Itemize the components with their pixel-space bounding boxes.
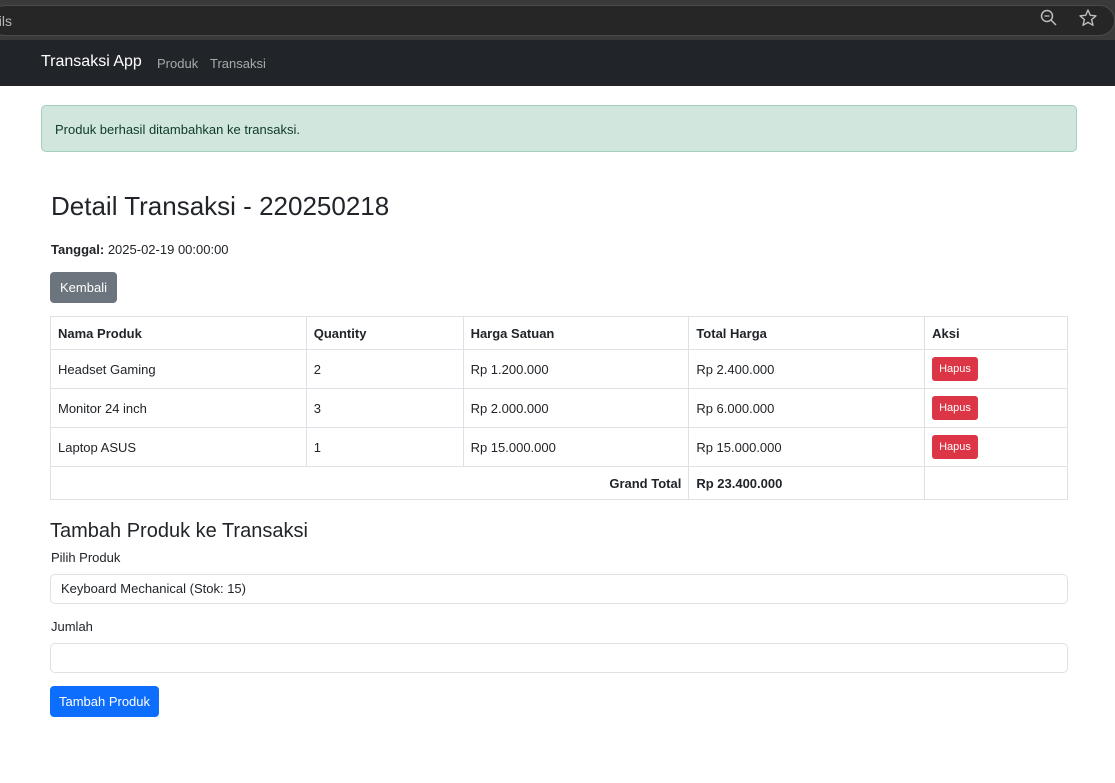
product-select-label: Pilih Produk — [51, 550, 121, 565]
success-alert: Produk berhasil ditambahkan ke transaksi… — [41, 105, 1077, 152]
quantity-input[interactable] — [50, 643, 1068, 673]
grand-total-empty-cell — [924, 466, 1068, 500]
date-value: 2025-02-19 00:00:00 — [107, 242, 229, 257]
table-row: Headset Gaming 2 Rp 1.200.000 Rp 2.400.0… — [50, 349, 1068, 389]
add-product-button[interactable]: Tambah Produk — [50, 686, 159, 717]
cell-product-name: Monitor 24 inch — [50, 388, 307, 428]
grand-total-label: Grand Total — [49, 466, 690, 500]
cell-total-price: Rp 2.400.000 — [688, 349, 926, 389]
app-navbar: Transaksi App Produk Transaksi — [0, 40, 1115, 86]
grand-total-row: Grand Total Rp 23.400.000 — [49, 466, 1068, 500]
cell-action: Hapus — [924, 427, 1068, 467]
nav-link-transaksi[interactable]: Transaksi — [210, 56, 266, 71]
column-header-quantity: Quantity — [305, 316, 464, 350]
cell-action: Hapus — [924, 388, 1068, 428]
magnifier-icon[interactable] — [1039, 8, 1059, 28]
transaction-date: Tanggal: 2025-02-19 00:00:00 — [51, 242, 229, 257]
cell-product-name: Laptop ASUS — [50, 427, 307, 467]
star-icon[interactable] — [1078, 8, 1098, 28]
transaction-items-table: Nama Produk Quantity Harga Satuan Total … — [49, 316, 1068, 500]
delete-button[interactable]: Hapus — [932, 396, 978, 420]
product-select[interactable]: Keyboard Mechanical (Stok: 15) — [50, 574, 1068, 604]
column-header-name: Nama Produk — [50, 316, 307, 350]
cell-quantity: 2 — [305, 349, 464, 389]
add-product-title: Tambah Produk ke Transaksi — [50, 520, 308, 542]
cell-action: Hapus — [924, 349, 1068, 389]
page-title: Detail Transaksi - 220250218 — [51, 191, 390, 221]
grand-total-value: Rp 23.400.000 — [688, 466, 926, 500]
table-row: Monitor 24 inch 3 Rp 2.000.000 Rp 6.000.… — [50, 388, 1068, 428]
cell-quantity: 3 — [305, 388, 464, 428]
navbar-brand[interactable]: Transaksi App — [41, 53, 142, 71]
alert-message: Produk berhasil ditambahkan ke transaksi… — [55, 122, 300, 137]
cell-unit-price: Rp 15.000.000 — [462, 427, 690, 467]
column-header-unit-price: Harga Satuan — [462, 316, 690, 350]
address-bar-text[interactable]: ails — [0, 13, 12, 29]
table-header-row: Nama Produk Quantity Harga Satuan Total … — [50, 316, 1068, 350]
column-header-total-price: Total Harga — [688, 316, 926, 350]
delete-button[interactable]: Hapus — [932, 435, 978, 459]
table-row: Laptop ASUS 1 Rp 15.000.000 Rp 15.000.00… — [50, 427, 1068, 467]
date-label: Tanggal: — [51, 242, 105, 257]
cell-unit-price: Rp 1.200.000 — [462, 349, 690, 389]
cell-total-price: Rp 15.000.000 — [688, 427, 926, 467]
back-button[interactable]: Kembali — [50, 272, 117, 303]
nav-link-produk[interactable]: Produk — [157, 56, 198, 71]
delete-button[interactable]: Hapus — [932, 357, 978, 381]
cell-quantity: 1 — [305, 427, 464, 467]
cell-unit-price: Rp 2.000.000 — [462, 388, 690, 428]
column-header-action: Aksi — [924, 316, 1068, 350]
cell-product-name: Headset Gaming — [50, 349, 307, 389]
browser-toolbar: ails — [0, 0, 1115, 40]
quantity-label: Jumlah — [51, 619, 93, 634]
cell-total-price: Rp 6.000.000 — [688, 388, 926, 428]
product-select-value[interactable]: Keyboard Mechanical (Stok: 15) — [61, 581, 246, 596]
address-bar[interactable]: ails — [0, 5, 1115, 36]
